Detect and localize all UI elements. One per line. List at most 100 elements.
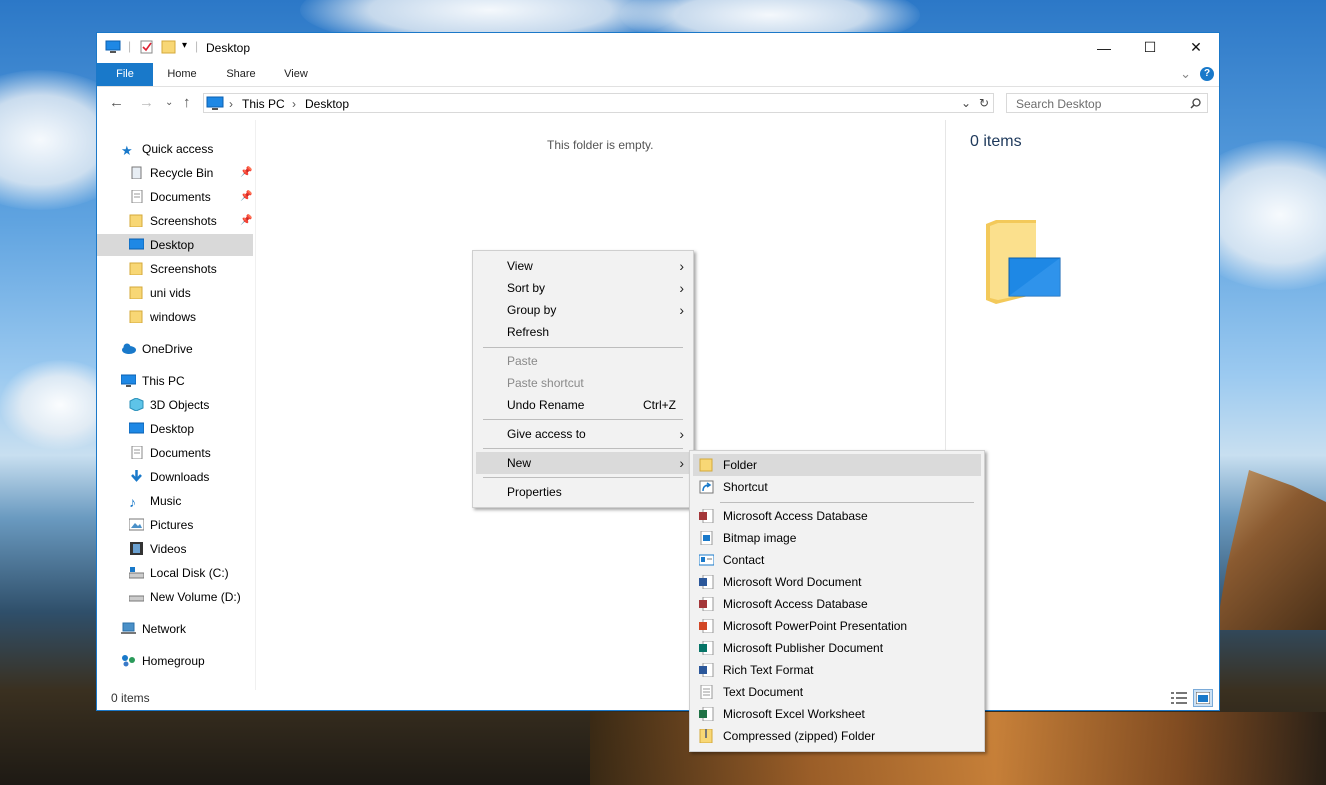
nav-3d-objects[interactable]: 3D Objects <box>129 394 209 416</box>
breadcrumb-desktop[interactable]: Desktop <box>305 97 349 111</box>
folder-icon <box>129 262 143 275</box>
nav-downloads[interactable]: Downloads <box>129 466 209 488</box>
nav-desktop-quick[interactable]: Desktop <box>97 234 253 256</box>
nav-network[interactable]: Network <box>121 618 186 640</box>
menu-item-paste[interactable]: Paste <box>476 350 690 372</box>
menu-separator <box>483 347 683 348</box>
large-icons-view-button[interactable] <box>1193 689 1213 707</box>
help-icon[interactable]: ? <box>1200 67 1214 81</box>
bitmap-image-icon <box>700 531 713 545</box>
folder-icon <box>129 310 143 323</box>
nav-music[interactable]: ♪ Music <box>129 490 181 512</box>
nav-videos[interactable]: Videos <box>129 538 186 560</box>
tab-file[interactable]: File <box>97 63 153 86</box>
pin-icon: 📌 <box>240 215 253 226</box>
ribbon-tabs: File Home Share View ⌄ ? <box>97 63 1219 87</box>
access-database-icon <box>699 597 714 611</box>
maximize-button[interactable]: ☐ <box>1127 33 1173 62</box>
new-item-access-database-2[interactable]: Microsoft Access Database <box>693 593 981 615</box>
this-pc-icon <box>121 374 136 387</box>
large-icons-view-icon <box>1196 692 1210 704</box>
address-dropdown-icon[interactable]: ⌄ <box>961 96 971 110</box>
nav-documents[interactable]: Documents <box>129 442 211 464</box>
drive-icon <box>129 595 144 602</box>
qat-divider: | <box>128 39 132 53</box>
nav-screenshots[interactable]: Screenshots <box>129 258 217 280</box>
folder-icon <box>699 458 713 472</box>
properties-icon[interactable] <box>139 40 155 54</box>
new-item-contact[interactable]: Contact <box>693 549 981 571</box>
new-item-folder[interactable]: Folder <box>693 454 981 476</box>
nav-local-disk-c[interactable]: Local Disk (C:) <box>129 562 229 584</box>
nav-documents-pinned[interactable]: Documents <box>129 186 211 208</box>
menu-item-view[interactable]: View › <box>476 255 690 277</box>
close-button[interactable]: ✕ <box>1173 33 1219 62</box>
nav-onedrive[interactable]: OneDrive <box>121 338 193 360</box>
menu-item-refresh[interactable]: Refresh <box>476 321 690 343</box>
chevron-right-icon: › <box>679 258 684 274</box>
new-folder-icon[interactable] <box>161 40 177 54</box>
menu-separator <box>720 502 974 503</box>
menu-item-new[interactable]: New › <box>476 452 690 474</box>
menu-item-properties[interactable]: Properties <box>476 481 690 503</box>
minimize-button[interactable]: — <box>1081 33 1127 62</box>
search-input[interactable]: Search Desktop <box>1006 93 1208 113</box>
nav-new-volume-d[interactable]: New Volume (D:) <box>129 586 241 608</box>
qat-dropdown-icon[interactable]: ▾ <box>182 40 187 51</box>
text-document-icon <box>700 685 713 699</box>
new-item-shortcut[interactable]: Shortcut <box>693 476 981 498</box>
chevron-right-icon: › <box>679 280 684 296</box>
expand-ribbon-icon[interactable]: ⌄ <box>1180 66 1191 82</box>
word-document-icon <box>699 575 714 589</box>
new-item-publisher[interactable]: Microsoft Publisher Document <box>693 637 981 659</box>
menu-item-give-access[interactable]: Give access to › <box>476 423 690 445</box>
new-item-word-document[interactable]: Microsoft Word Document <box>693 571 981 593</box>
zipped-folder-icon <box>699 729 713 743</box>
music-note-icon: ♪ <box>129 494 136 510</box>
new-item-powerpoint[interactable]: Microsoft PowerPoint Presentation <box>693 615 981 637</box>
new-item-rich-text[interactable]: Rich Text Format <box>693 659 981 681</box>
computer-icon[interactable] <box>105 40 121 54</box>
nav-pictures[interactable]: Pictures <box>129 514 193 536</box>
nav-windows[interactable]: windows <box>129 306 196 328</box>
powerpoint-icon <box>699 619 714 633</box>
menu-item-paste-shortcut[interactable]: Paste shortcut <box>476 372 690 394</box>
recent-locations-chevron-icon[interactable]: ⌄ <box>165 97 173 108</box>
desktop-icon <box>129 422 144 434</box>
menu-separator <box>483 477 683 478</box>
refresh-icon[interactable]: ↻ <box>979 96 989 110</box>
new-item-zipped-folder[interactable]: Compressed (zipped) Folder <box>693 725 981 747</box>
nav-this-pc[interactable]: This PC <box>121 370 185 392</box>
nav-recycle-bin[interactable]: Recycle Bin <box>129 162 213 184</box>
tab-share[interactable]: Share <box>217 63 265 86</box>
nav-quick-access[interactable]: ★ Quick access <box>121 138 213 160</box>
up-arrow-icon[interactable]: ↑ <box>183 94 191 111</box>
breadcrumb-separator-icon: › <box>292 97 296 111</box>
menu-item-sort-by[interactable]: Sort by › <box>476 277 690 299</box>
back-arrow-icon[interactable]: ← <box>109 94 124 111</box>
qat-divider: | <box>195 39 199 53</box>
new-item-bitmap-image[interactable]: Bitmap image <box>693 527 981 549</box>
nav-screenshots-pinned[interactable]: Screenshots <box>129 210 217 232</box>
film-strip-icon <box>130 542 143 555</box>
contact-card-icon <box>699 554 714 566</box>
menu-item-group-by[interactable]: Group by › <box>476 299 690 321</box>
new-item-text-document[interactable]: Text Document <box>693 681 981 703</box>
breadcrumb-this-pc[interactable]: This PC <box>242 97 285 111</box>
title-bar: | ▾ | Desktop — ☐ ✕ <box>97 33 1219 62</box>
status-bar: 0 items <box>97 688 1219 710</box>
new-item-excel-worksheet[interactable]: Microsoft Excel Worksheet <box>693 703 981 725</box>
address-bar[interactable]: › This PC › Desktop ⌄ ↻ <box>203 93 994 113</box>
address-row: ← → ⌄ ↑ › This PC › Desktop ⌄ ↻ Search D… <box>97 87 1219 119</box>
rich-text-icon <box>699 663 714 677</box>
menu-item-undo-rename[interactable]: Undo Rename Ctrl+Z <box>476 394 690 416</box>
nav-desktop[interactable]: Desktop <box>129 418 194 440</box>
nav-uni-vids[interactable]: uni vids <box>129 282 191 304</box>
forward-arrow-icon[interactable]: → <box>139 94 154 111</box>
details-view-icon[interactable] <box>1171 691 1187 705</box>
tab-view[interactable]: View <box>273 63 319 86</box>
nav-homegroup[interactable]: Homegroup <box>121 650 205 672</box>
new-item-access-database[interactable]: Microsoft Access Database <box>693 505 981 527</box>
breadcrumb-separator-icon: › <box>229 97 233 111</box>
tab-home[interactable]: Home <box>157 63 207 86</box>
